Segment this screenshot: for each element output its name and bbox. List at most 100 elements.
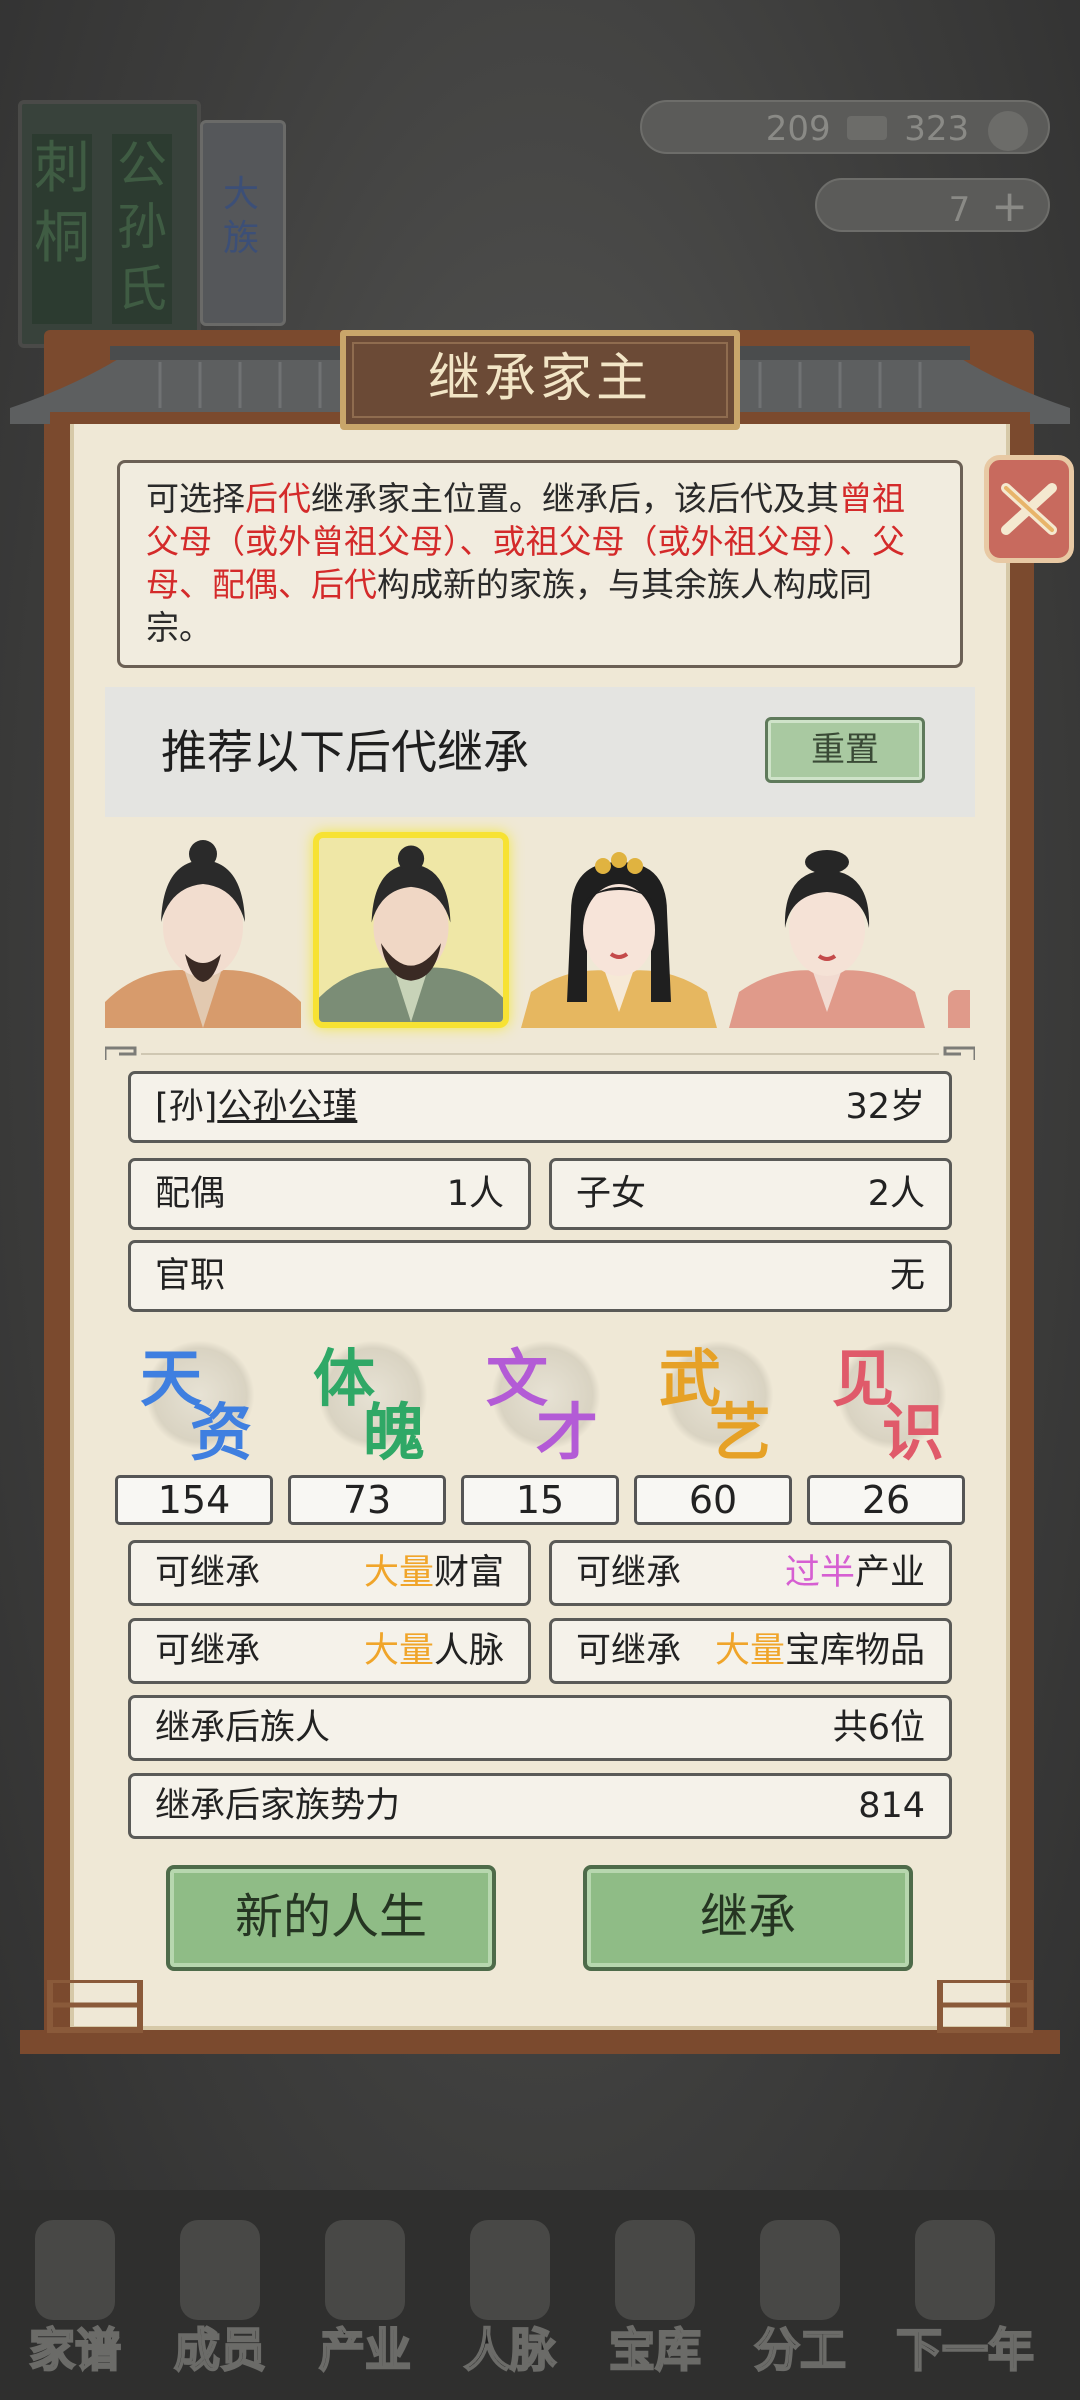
coin-icon <box>988 110 1028 151</box>
attribute-insight: 见 识 <box>807 1330 967 1469</box>
relation-label: [孙] <box>155 1087 218 1127</box>
inherit-wealth-row: 可继承 大量财富 <box>128 1540 531 1606</box>
inherit-industry-row: 可继承 过半产业 <box>549 1540 952 1606</box>
children-row: 子女 2人 <box>549 1158 952 1230</box>
inherit-amount: 过半 <box>784 1553 855 1593</box>
reset-button[interactable]: 重置 <box>765 717 925 783</box>
descendant-portrait[interactable] <box>105 832 301 1028</box>
descendant-name[interactable]: 公孙公瑾 <box>217 1087 357 1127</box>
members-value: 共6位 <box>832 1708 925 1748</box>
book-icon <box>35 2220 115 2320</box>
power-value: 814 <box>858 1786 925 1826</box>
inherit-amount: 大量 <box>714 1631 785 1671</box>
inherit-treasury-row: 可继承 大量宝库物品 <box>549 1618 952 1684</box>
gold-counter: 7 + <box>815 178 1050 232</box>
currency-a: 209 <box>765 109 831 149</box>
nav-label: 产业 <box>318 2322 412 2378</box>
inherit-treasury-value: 大量宝库物品 <box>715 1621 925 1681</box>
attr-char-2: 魄 <box>363 1396 426 1469</box>
children-label: 子女 <box>576 1174 647 1214</box>
nav-label: 下一年 <box>895 2322 1035 2378</box>
currency-b: 323 <box>904 109 970 149</box>
inherit-wealth-value: 大量财富 <box>364 1543 504 1603</box>
nav-industry[interactable]: 产业 <box>295 2190 435 2400</box>
nav-family-tree[interactable]: 家谱 <box>5 2190 145 2400</box>
power-row: 继承后家族势力 814 <box>128 1773 952 1839</box>
close-button[interactable] <box>984 455 1074 563</box>
man-portrait-icon <box>319 845 503 1022</box>
attribute-talent: 天 资 <box>115 1330 275 1469</box>
descendant-age: 32岁 <box>845 1087 925 1127</box>
inherit-amount: 大量 <box>363 1631 434 1671</box>
descendant-portrait-selected[interactable] <box>313 832 509 1028</box>
inherit-label: 可继承 <box>155 1553 261 1593</box>
inherit-item: 产业 <box>854 1553 925 1593</box>
new-life-button[interactable]: 新的人生 <box>166 1865 496 1971</box>
person-icon <box>180 2220 260 2320</box>
office-row: 官职 无 <box>128 1240 952 1312</box>
close-icon <box>1001 483 1057 535</box>
chest-icon <box>615 2220 695 2320</box>
inherit-button[interactable]: 继承 <box>583 1865 913 1971</box>
power-label: 继承后家族势力 <box>155 1786 401 1826</box>
nav-division[interactable]: 分工 <box>730 2190 870 2400</box>
attr-char-2: 资 <box>190 1396 253 1469</box>
descendant-portrait[interactable] <box>521 832 717 1028</box>
attribute-martial: 武 艺 <box>634 1330 794 1469</box>
lantern-icon <box>915 2220 995 2320</box>
gold-count: 7 <box>948 190 971 230</box>
currency-counter: 209 323 <box>640 100 1050 154</box>
inherit-item: 财富 <box>433 1553 504 1593</box>
plus-icon[interactable]: + <box>991 180 1028 234</box>
woman-portrait-icon <box>729 850 925 1028</box>
attr-char-2: 识 <box>882 1396 945 1469</box>
attribute-literary: 文 才 <box>461 1330 621 1469</box>
nav-label: 宝库 <box>608 2322 702 2378</box>
building-icon <box>325 2220 405 2320</box>
children-value: 2人 <box>867 1174 925 1214</box>
inherit-network-value: 大量人脉 <box>364 1621 504 1681</box>
clan-book-text-a: 刺桐 <box>32 134 92 324</box>
inherit-label: 可继承 <box>155 1631 261 1671</box>
members-row: 继承后族人 共6位 <box>128 1695 952 1761</box>
portrait-overflow-hint <box>948 990 970 1028</box>
members-label: 继承后族人 <box>155 1708 331 1748</box>
divider-ornament <box>105 1046 975 1060</box>
office-label: 官职 <box>155 1256 226 1296</box>
name-group: [孙]公孙公瑾 <box>155 1074 357 1140</box>
nav-label: 分工 <box>753 2322 847 2378</box>
spouse-row: 配偶 1人 <box>128 1158 531 1230</box>
nav-next-year[interactable]: 下一年 <box>870 2190 1060 2400</box>
inherit-item: 宝库物品 <box>784 1631 925 1671</box>
inherit-amount: 大量 <box>363 1553 434 1593</box>
inherit-item: 人脉 <box>433 1631 504 1671</box>
dialog-title: 继承家主 <box>427 349 652 409</box>
inherit-network-row: 可继承 大量人脉 <box>128 1618 531 1684</box>
desc-part-1: 可选择 <box>146 479 245 518</box>
physique-value: 73 <box>288 1475 446 1525</box>
nav-label: 成员 <box>173 2322 267 2378</box>
nav-treasury[interactable]: 宝库 <box>585 2190 725 2400</box>
clan-tag: 大族 <box>200 120 286 326</box>
clan-book-text-b: 公孙氏 <box>112 134 172 324</box>
spouse-label: 配偶 <box>155 1174 226 1214</box>
man-portrait-icon <box>105 840 301 1028</box>
network-icon <box>470 2220 550 2320</box>
desc-part-2: 后代 <box>245 479 311 518</box>
name-row: [孙]公孙公瑾 32岁 <box>128 1071 952 1143</box>
inherit-industry-value: 过半产业 <box>785 1543 925 1603</box>
dialog-base-ornament <box>20 1980 1060 2054</box>
clan-tag-text: 大族 <box>222 174 259 259</box>
woman-portrait-icon <box>521 852 717 1028</box>
nav-label: 家谱 <box>28 2322 122 2378</box>
nav-members[interactable]: 成员 <box>150 2190 290 2400</box>
ticket-icon <box>847 116 888 140</box>
martial-value: 60 <box>634 1475 792 1525</box>
spouse-value: 1人 <box>446 1174 504 1214</box>
dialog-title-plaque: 继承家主 <box>340 330 740 430</box>
scroll-icon <box>760 2220 840 2320</box>
literary-value: 15 <box>461 1475 619 1525</box>
descendant-portrait[interactable] <box>729 832 925 1028</box>
nav-label: 人脉 <box>463 2322 557 2378</box>
nav-network[interactable]: 人脉 <box>440 2190 580 2400</box>
